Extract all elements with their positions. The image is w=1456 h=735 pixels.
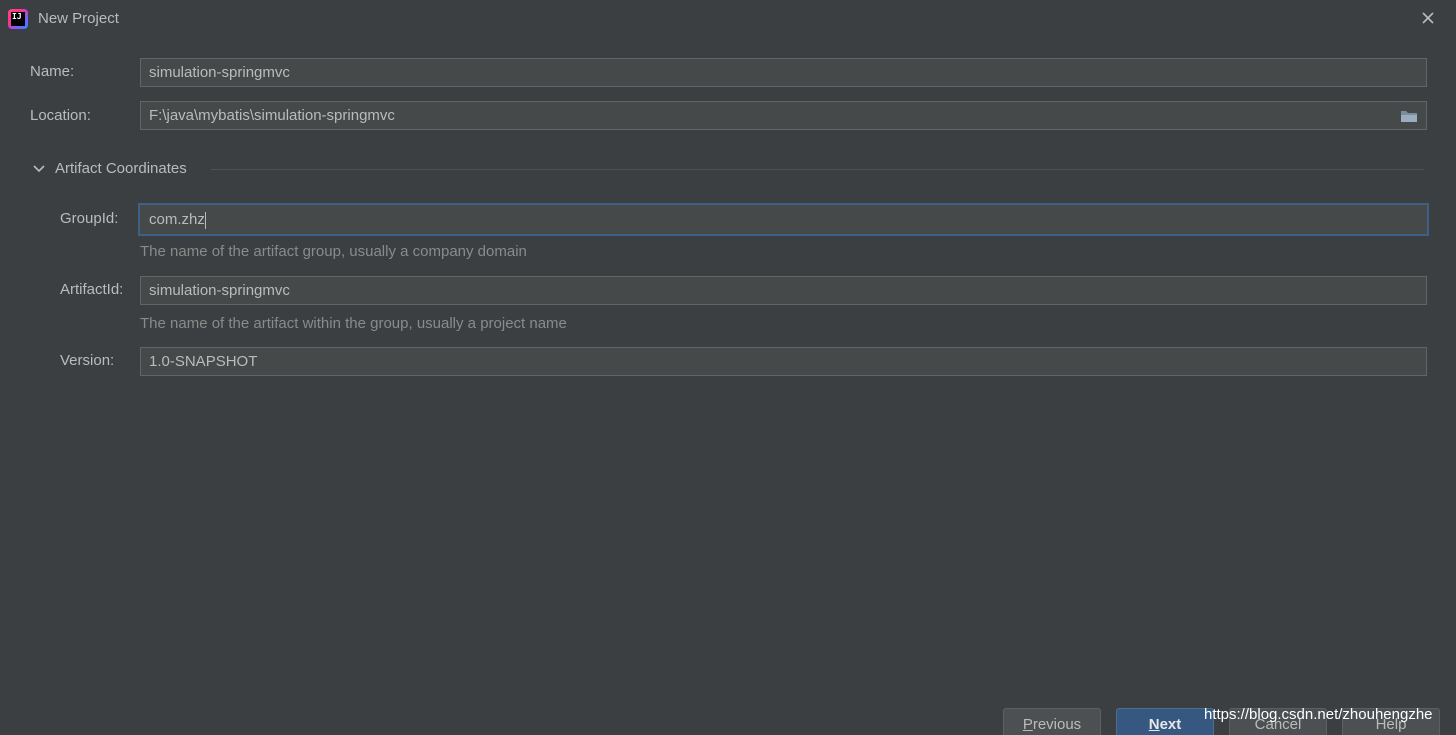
groupid-input-value: com.zhz xyxy=(149,211,205,228)
dialog-title: New Project xyxy=(38,10,119,27)
groupid-hint: The name of the artifact group, usually … xyxy=(140,243,527,260)
version-label: Version: xyxy=(60,352,115,369)
location-input[interactable]: F:\java\mybatis\simulation-springmvc xyxy=(140,101,1427,130)
title-bar: New Project xyxy=(0,0,1456,38)
previous-label: revious xyxy=(1032,716,1082,733)
location-input-value: F:\java\mybatis\simulation-springmvc xyxy=(149,107,395,124)
close-button[interactable] xyxy=(1417,7,1439,29)
name-label: Name: xyxy=(30,63,75,80)
version-input-value: 1.0-SNAPSHOT xyxy=(149,353,258,370)
groupid-label: GroupId: xyxy=(60,210,119,227)
chevron-down-icon[interactable] xyxy=(32,162,46,176)
section-title: Artifact Coordinates xyxy=(55,160,187,177)
watermark: https://blog.csdn.net/zhouhengzhe xyxy=(1204,706,1433,723)
artifactid-input[interactable]: simulation-springmvc xyxy=(140,276,1427,305)
next-mnemonic: N xyxy=(1148,716,1160,733)
previous-button[interactable]: Previous xyxy=(1003,708,1101,735)
location-label: Location: xyxy=(30,107,91,124)
artifactid-input-value: simulation-springmvc xyxy=(149,282,290,299)
name-input[interactable]: simulation-springmvc xyxy=(140,58,1427,87)
groupid-input[interactable]: com.zhz xyxy=(138,203,1429,236)
name-input-value: simulation-springmvc xyxy=(149,64,290,81)
text-caret xyxy=(204,211,206,229)
version-input[interactable]: 1.0-SNAPSHOT xyxy=(140,347,1427,376)
section-divider xyxy=(211,169,1424,170)
intellij-idea-icon xyxy=(8,9,28,29)
close-icon xyxy=(1422,12,1434,24)
folder-icon[interactable] xyxy=(1400,109,1418,123)
previous-mnemonic: P xyxy=(1022,716,1033,733)
artifactid-hint: The name of the artifact within the grou… xyxy=(140,315,567,332)
new-project-dialog: New Project Name: simulation-springmvc L… xyxy=(0,0,1456,735)
next-label: ext xyxy=(1159,716,1182,733)
next-button[interactable]: Next xyxy=(1116,708,1214,735)
artifact-coordinates-section[interactable]: Artifact Coordinates xyxy=(30,158,1424,180)
artifactid-label: ArtifactId: xyxy=(60,281,124,298)
